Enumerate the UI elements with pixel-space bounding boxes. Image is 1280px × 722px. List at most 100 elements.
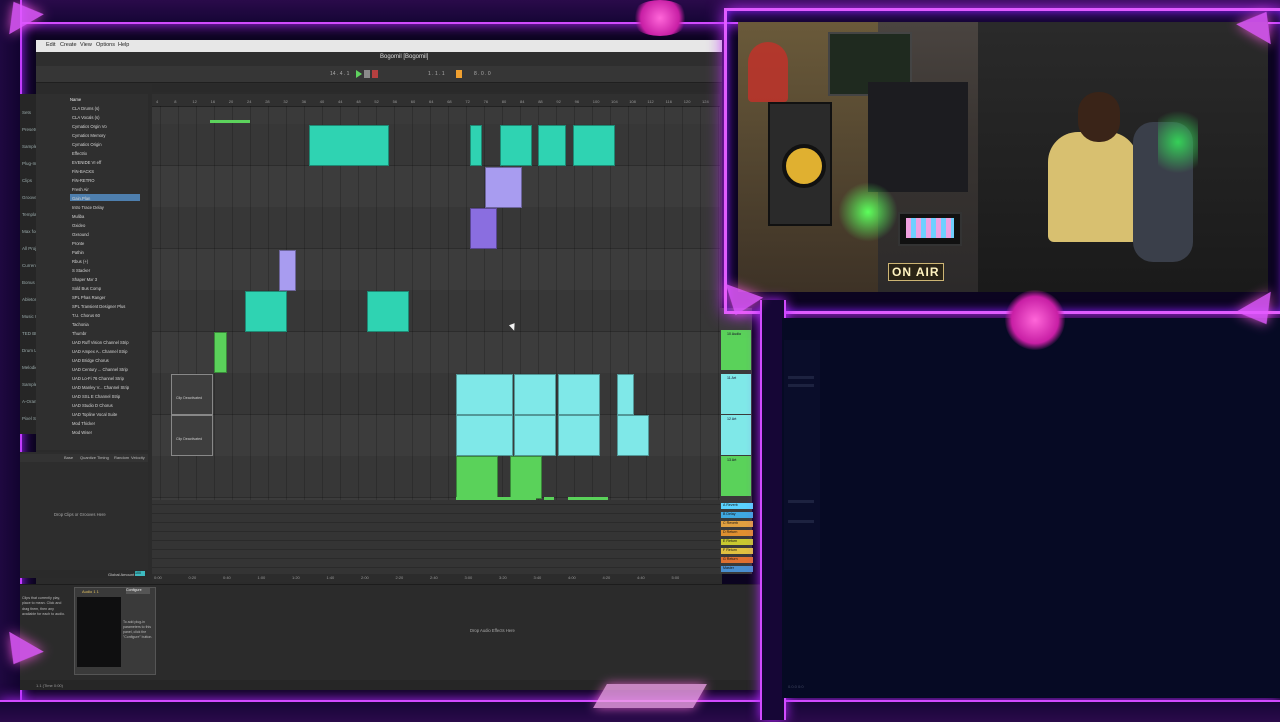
- browser-item[interactable]: UAD Studio D Chorus: [72, 401, 144, 410]
- midi-clip[interactable]: [456, 456, 498, 499]
- audio-clip[interactable]: [514, 415, 556, 456]
- browser-item[interactable]: Thumbr: [72, 329, 144, 338]
- track-lane[interactable]: [152, 456, 720, 498]
- midi-clip[interactable]: [470, 125, 482, 166]
- browser-item[interactable]: Cymatics Origin: [72, 140, 144, 149]
- browser-item[interactable]: Tachonia: [72, 320, 144, 329]
- browser-item[interactable]: Fresh Air: [72, 185, 144, 194]
- browser-item[interactable]: Mod Wiser: [72, 428, 144, 437]
- groove-header-timing[interactable]: Timing: [97, 455, 109, 460]
- browser-item[interactable]: Muliba: [72, 212, 144, 221]
- audio-clip[interactable]: [617, 374, 634, 415]
- menu-view[interactable]: View: [80, 42, 92, 48]
- midi-clip[interactable]: [245, 291, 287, 332]
- deactivated-clip[interactable]: [171, 374, 213, 415]
- browser-item[interactable]: Sold Bus Comp: [72, 284, 144, 293]
- midi-clip[interactable]: [510, 456, 542, 499]
- mixer-strip[interactable]: 10 Audio: [721, 330, 751, 370]
- return-track[interactable]: Master: [721, 566, 753, 572]
- browser-item[interactable]: T.U. Chorus 60: [72, 311, 144, 320]
- browser-item[interactable]: UAD Ruff Vision Channel Strip: [72, 338, 144, 347]
- track-lane[interactable]: [152, 165, 720, 208]
- browser-item[interactable]: SPL Phas Ranger: [72, 293, 144, 302]
- loop-brace[interactable]: [210, 120, 250, 123]
- audio-clip[interactable]: [456, 415, 513, 456]
- menu-create[interactable]: Create: [60, 42, 77, 48]
- midi-clip[interactable]: [485, 167, 522, 208]
- browser-item[interactable]: UAD Bridge Chorus: [72, 356, 144, 365]
- track-lane[interactable]: [152, 207, 720, 249]
- midi-clip[interactable]: [500, 125, 532, 166]
- browser-item[interactable]: Oxsound: [72, 230, 144, 239]
- audio-clip[interactable]: [617, 415, 649, 456]
- browser-item[interactable]: UAD Topline Vocal Suite: [72, 410, 144, 419]
- configure-button[interactable]: Configure: [126, 588, 150, 594]
- browser-item[interactable]: FiN-BACKS: [72, 167, 144, 176]
- track-lane[interactable]: [152, 248, 720, 291]
- return-track[interactable]: B Delay: [721, 512, 753, 518]
- return-track[interactable]: F Return: [721, 548, 753, 554]
- browser-item[interactable]: Effectrix: [72, 149, 144, 158]
- deactivated-clip[interactable]: [171, 415, 213, 456]
- audio-clip[interactable]: [558, 415, 600, 456]
- groove-header-base[interactable]: Base: [64, 455, 73, 460]
- loop-length[interactable]: 8 . 0 . 0: [474, 71, 491, 77]
- mixer-strip[interactable]: 13 Art: [721, 456, 751, 496]
- browser-item[interactable]: UAD Ampex A.. Channel Strip: [72, 347, 144, 356]
- audio-clip[interactable]: [456, 374, 513, 415]
- midi-clip[interactable]: [279, 250, 296, 291]
- browser-name-header[interactable]: Name: [70, 97, 81, 102]
- menu-options[interactable]: Options: [96, 42, 115, 48]
- browser-item[interactable]: UAD Manley V... Channel Strip: [72, 383, 144, 392]
- loop-toggle[interactable]: [456, 70, 462, 78]
- browser-item[interactable]: Intro Trace Delay: [72, 203, 144, 212]
- browser-item[interactable]: Pathin: [72, 248, 144, 257]
- return-track[interactable]: D Return: [721, 530, 753, 536]
- return-track[interactable]: E Return: [721, 539, 753, 545]
- return-track[interactable]: C Reverb: [721, 521, 753, 527]
- stop-button[interactable]: [364, 70, 370, 78]
- midi-clip[interactable]: [573, 125, 615, 166]
- browser-item[interactable]: Cymatics Orgin Vo: [72, 122, 144, 131]
- device-title[interactable]: Audio 1 1: [82, 589, 99, 594]
- loop-start[interactable]: 1 . 1 . 1: [428, 71, 445, 77]
- browser-item[interactable]: CLA Vocals (s): [72, 113, 144, 122]
- browser-item[interactable]: Cymatics Memory: [72, 131, 144, 140]
- return-track[interactable]: A Reverb: [721, 503, 753, 509]
- mixer-strip[interactable]: 12 Art: [721, 415, 751, 455]
- audio-clip[interactable]: [514, 374, 556, 415]
- browser-item[interactable]: Rbus (+): [72, 257, 144, 266]
- track-lane[interactable]: [152, 124, 720, 166]
- browser-item[interactable]: UAD SSL E Channel Strip: [72, 392, 144, 401]
- midi-clip[interactable]: [309, 125, 389, 166]
- browser-item[interactable]: SPL Transient Designer Plus: [72, 302, 144, 311]
- menu-edit[interactable]: Edit: [46, 42, 55, 48]
- browser-item[interactable]: Pronte: [72, 239, 144, 248]
- browser-item[interactable]: UAD Lo-Fi 76 Channel Strip: [72, 374, 144, 383]
- browser-item[interactable]: Gain.Plan: [72, 194, 144, 203]
- midi-clip[interactable]: [214, 332, 227, 373]
- song-position[interactable]: 14 . 4 . 1: [330, 71, 349, 77]
- browser-item[interactable]: UAD Century ... Channel Strip: [72, 365, 144, 374]
- midi-clip[interactable]: [367, 291, 409, 332]
- browser-item[interactable]: S Stacker: [72, 266, 144, 275]
- midi-clip[interactable]: [538, 125, 566, 166]
- audio-clip[interactable]: [558, 374, 600, 415]
- groove-header-velocity[interactable]: Velocity: [131, 455, 145, 460]
- global-amount-value[interactable]: 100: [135, 571, 145, 576]
- browser-item[interactable]: Shaper Mxr 3: [72, 275, 144, 284]
- midi-clip[interactable]: [470, 208, 497, 249]
- browser-item[interactable]: FiN-RETRO: [72, 176, 144, 185]
- track-lane[interactable]: [152, 290, 720, 332]
- track-lane[interactable]: [152, 373, 720, 415]
- browser-item[interactable]: Mod Thicker: [72, 419, 144, 428]
- menu-help[interactable]: Help: [118, 42, 129, 48]
- groove-header-random[interactable]: Random: [114, 455, 129, 460]
- record-button[interactable]: [372, 70, 378, 78]
- play-button[interactable]: [356, 70, 362, 78]
- overview-strip[interactable]: [152, 84, 720, 92]
- track-lane[interactable]: [152, 331, 720, 374]
- mixer-strip[interactable]: 11 Art: [721, 374, 751, 414]
- return-lanes[interactable]: [152, 500, 720, 574]
- return-track[interactable]: G Return: [721, 557, 753, 563]
